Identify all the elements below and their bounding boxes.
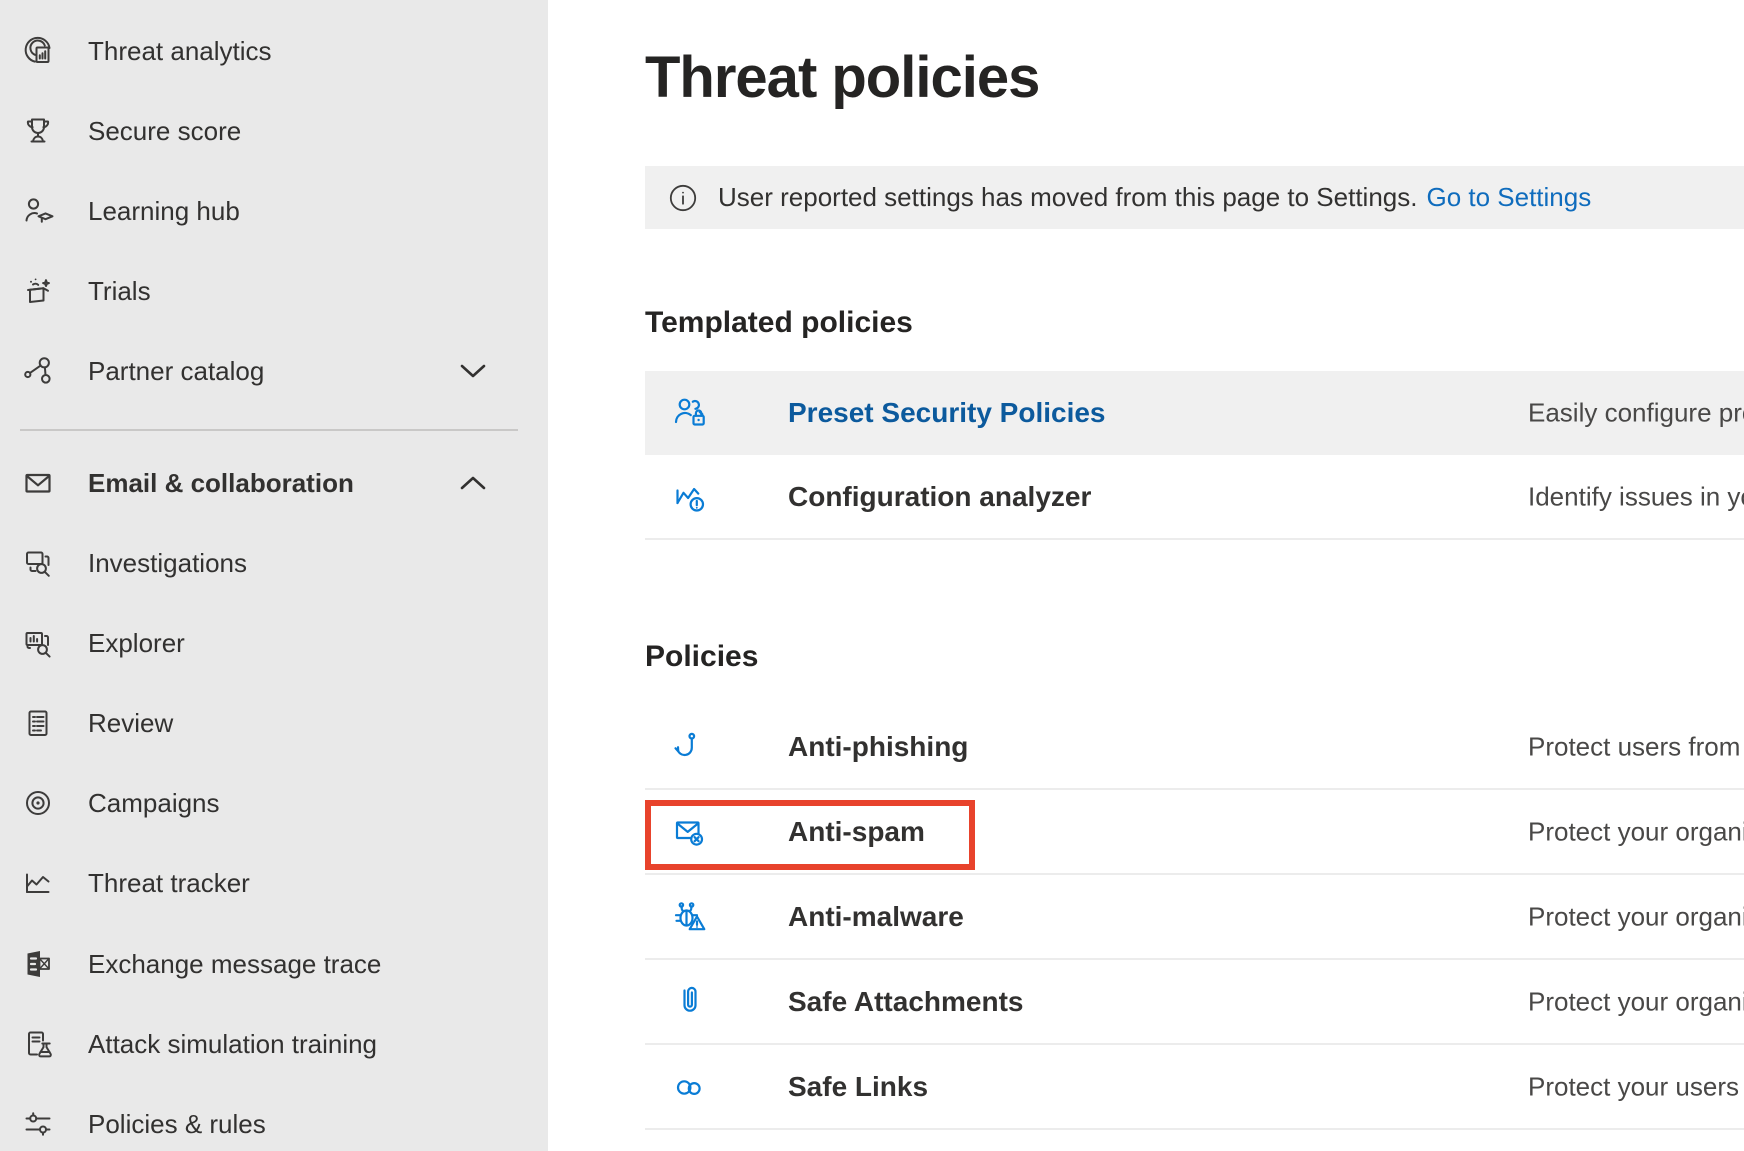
sidebar-item-threat-tracker[interactable]: Threat tracker <box>0 843 548 923</box>
policy-row-label: Safe Links <box>788 1071 928 1103</box>
sidebar-item-partner-catalog[interactable]: Partner catalog <box>0 331 548 411</box>
banner-message: User reported settings has moved from th… <box>718 182 1417 213</box>
configuration-analyzer-icon <box>670 477 710 517</box>
templated-policies-heading: Templated policies <box>645 306 913 340</box>
campaigns-icon <box>20 785 56 821</box>
chain-links-icon <box>670 1067 710 1107</box>
policy-row-anti-spam[interactable]: Anti-spam Protect your organiz <box>645 790 1744 875</box>
sidebar-item-review[interactable]: Review <box>0 683 548 763</box>
policy-row-description: Identify issues in you <box>1528 481 1744 512</box>
policy-row-anti-malware[interactable]: Anti-malware Protect your organiz <box>645 875 1744 960</box>
policy-row-label: Safe Attachments <box>788 986 1023 1018</box>
sidebar-item-label: Review <box>88 708 173 739</box>
threat-policies-page: Threat analytics Secure score <box>0 0 1744 1151</box>
policy-row-configuration-analyzer[interactable]: Configuration analyzer Identify issues i… <box>645 455 1744 540</box>
policy-row-preset-security-policies[interactable]: Preset Security Policies Easily configur… <box>645 371 1744 455</box>
learning-hub-icon <box>20 193 56 229</box>
investigations-icon <box>20 545 56 581</box>
fish-hook-icon <box>670 727 710 767</box>
sidebar-item-policies-rules[interactable]: Policies & rules <box>0 1084 548 1151</box>
bug-warning-icon <box>670 897 710 937</box>
sidebar-item-label: Learning hub <box>88 196 240 227</box>
policy-row-description: Easily configure prot <box>1528 398 1744 429</box>
envelope-icon <box>20 465 56 501</box>
sidebar: Threat analytics Secure score <box>0 0 548 1151</box>
policy-row-label: Anti-phishing <box>788 731 968 763</box>
partner-catalog-icon <box>20 353 56 389</box>
preset-security-icon <box>670 393 710 433</box>
sidebar-item-trials[interactable]: Trials <box>0 251 548 331</box>
sliders-icon <box>20 1106 56 1142</box>
chevron-down-icon[interactable] <box>460 363 486 379</box>
sidebar-item-label: Partner catalog <box>88 356 264 387</box>
sidebar-item-learning-hub[interactable]: Learning hub <box>0 171 548 251</box>
policy-row-label: Anti-spam <box>788 816 925 848</box>
explorer-icon <box>20 625 56 661</box>
sidebar-item-label: Explorer <box>88 628 185 659</box>
page-title: Threat policies <box>645 44 1039 111</box>
policies-heading: Policies <box>645 640 758 674</box>
sidebar-item-label: Email & collaboration <box>88 468 354 499</box>
sidebar-item-label: Attack simulation training <box>88 1029 377 1060</box>
sidebar-item-label: Threat tracker <box>88 868 250 899</box>
sidebar-item-label: Investigations <box>88 548 247 579</box>
sidebar-item-explorer[interactable]: Explorer <box>0 603 548 683</box>
policy-row-label: Anti-malware <box>788 901 964 933</box>
sidebar-item-label: Secure score <box>88 116 241 147</box>
sidebar-item-attack-simulation-training[interactable]: Attack simulation training <box>0 1004 548 1084</box>
sidebar-item-email-collaboration[interactable]: Email & collaboration <box>0 443 548 523</box>
envelope-block-icon <box>670 812 710 852</box>
sidebar-item-secure-score[interactable]: Secure score <box>0 91 548 171</box>
policy-row-safe-attachments[interactable]: Safe Attachments Protect your organiz <box>645 960 1744 1045</box>
paperclip-icon <box>670 982 710 1022</box>
sidebar-item-label: Policies & rules <box>88 1109 266 1140</box>
policy-row-safe-links[interactable]: Safe Links Protect your users fr <box>645 1045 1744 1130</box>
main-content: Threat policies User reported settings h… <box>548 0 1744 1151</box>
policy-row-label: Configuration analyzer <box>788 481 1091 513</box>
sidebar-item-label: Threat analytics <box>88 36 272 67</box>
trophy-icon <box>20 113 56 149</box>
sidebar-item-label: Exchange message trace <box>88 949 381 980</box>
policy-row-anti-phishing[interactable]: Anti-phishing Protect users from p <box>645 705 1744 790</box>
sidebar-item-threat-analytics[interactable]: Threat analytics <box>0 11 548 91</box>
go-to-settings-link[interactable]: Go to Settings <box>1426 182 1591 213</box>
threat-tracker-icon <box>20 865 56 901</box>
policy-row-description: Protect your organiz <box>1528 986 1744 1017</box>
review-icon <box>20 705 56 741</box>
attack-simulation-icon <box>20 1026 56 1062</box>
policy-row-description: Protect your users fr <box>1528 1071 1744 1102</box>
policy-row-description: Protect your organiz <box>1528 816 1744 847</box>
policy-row-label: Preset Security Policies <box>788 397 1106 429</box>
sidebar-item-label: Campaigns <box>88 788 220 819</box>
sidebar-item-exchange-message-trace[interactable]: Exchange message trace <box>0 924 548 1004</box>
exchange-icon <box>20 946 56 982</box>
info-banner: User reported settings has moved from th… <box>645 166 1744 229</box>
sidebar-item-investigations[interactable]: Investigations <box>0 523 548 603</box>
sidebar-item-campaigns[interactable]: Campaigns <box>0 763 548 843</box>
policy-row-description: Protect users from p <box>1528 731 1744 762</box>
trials-icon <box>20 273 56 309</box>
info-icon <box>669 184 697 212</box>
sidebar-divider <box>20 429 518 431</box>
policy-row-description: Protect your organiz <box>1528 901 1744 932</box>
sidebar-item-label: Trials <box>88 276 151 307</box>
chevron-up-icon[interactable] <box>460 475 486 491</box>
threat-analytics-icon <box>20 33 56 69</box>
